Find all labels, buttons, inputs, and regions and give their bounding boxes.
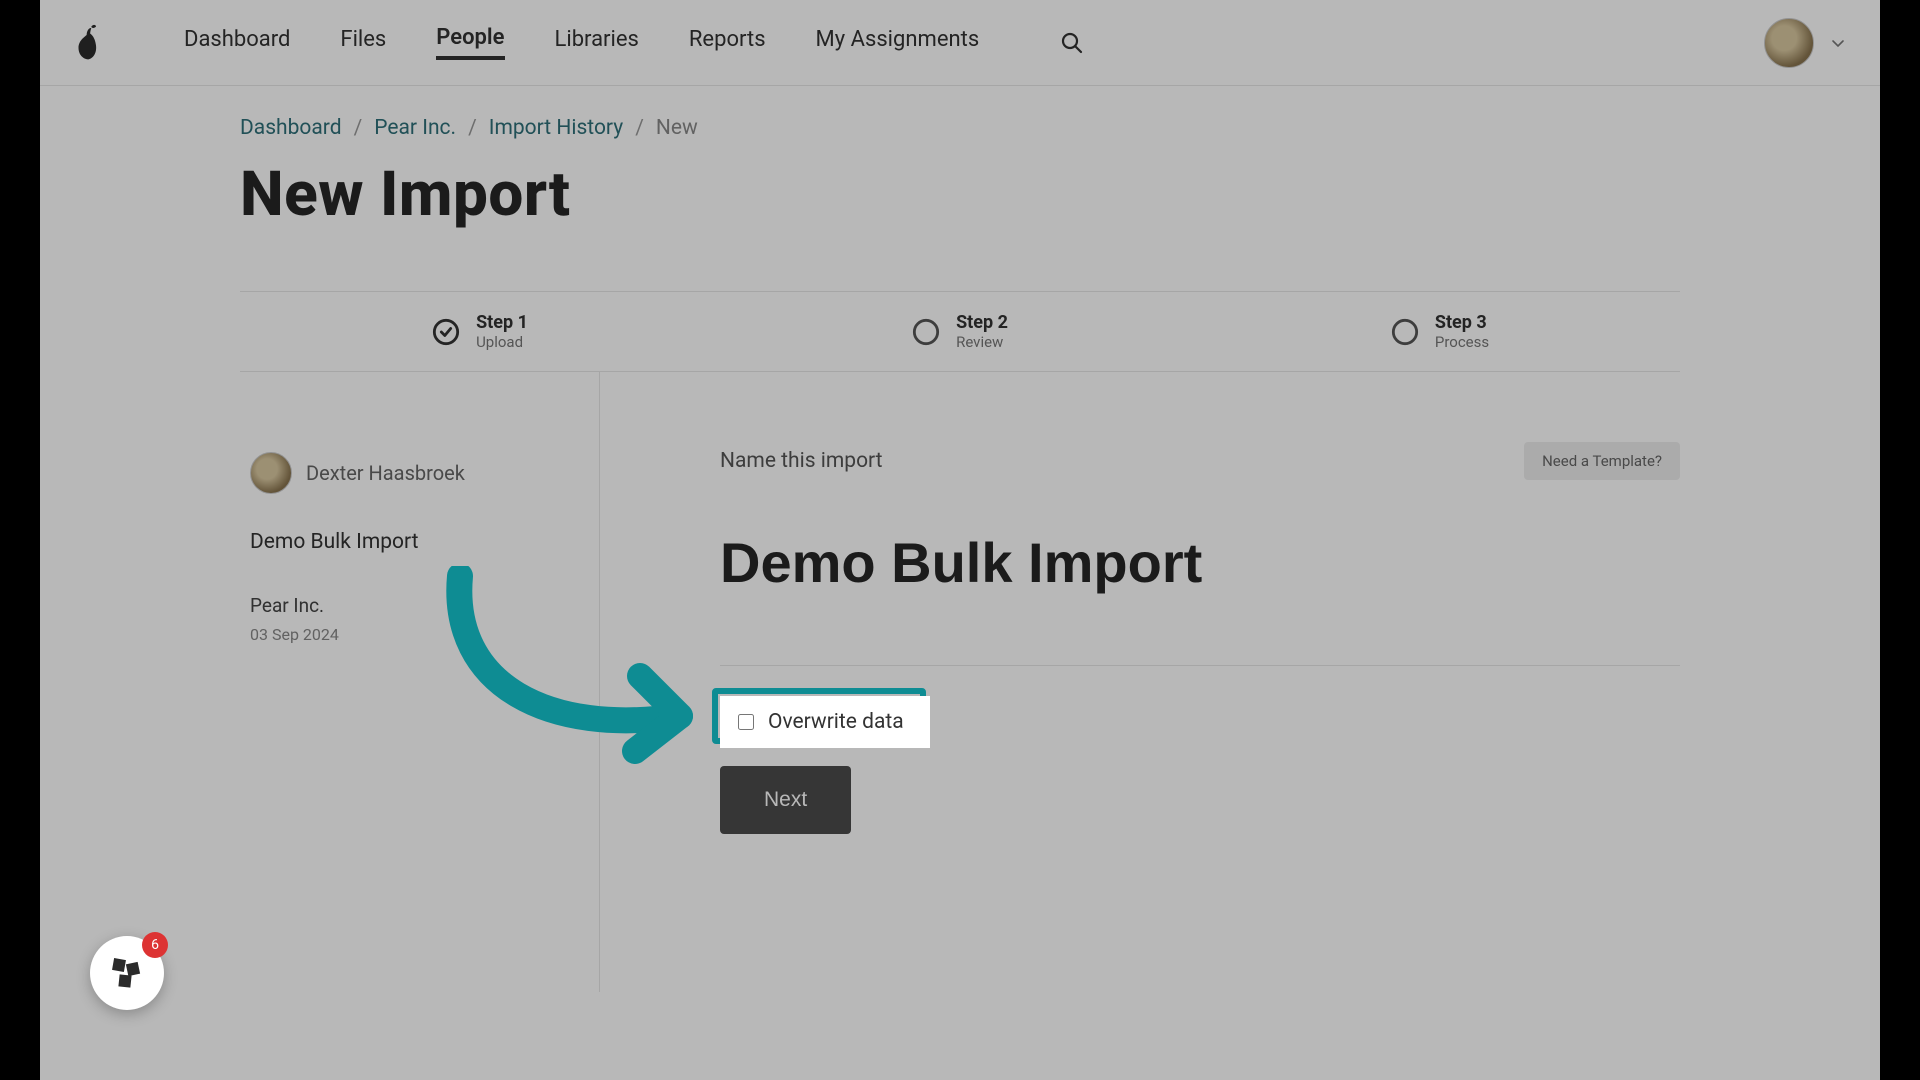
nav-links: Dashboard Files People Libraries Reports… bbox=[184, 25, 1085, 60]
step-1-label: Upload bbox=[476, 333, 528, 351]
step-3-label: Process bbox=[1435, 333, 1489, 351]
stepper: Step 1 Upload Step 2 Review bbox=[240, 291, 1680, 372]
overwrite-label[interactable]: Overwrite data bbox=[768, 710, 904, 734]
user-menu[interactable] bbox=[1764, 18, 1846, 68]
crumb-import-history[interactable]: Import History bbox=[489, 116, 623, 140]
nav-reports[interactable]: Reports bbox=[689, 27, 766, 58]
widget-badge: 6 bbox=[142, 932, 168, 958]
step-circle-icon bbox=[912, 318, 940, 346]
import-sidebar: Dexter Haasbroek Demo Bulk Import Pear I… bbox=[240, 372, 600, 992]
pear-icon bbox=[75, 24, 103, 62]
page-title: New Import bbox=[240, 158, 1680, 231]
import-user-name: Dexter Haasbroek bbox=[306, 461, 465, 485]
overwrite-data-row[interactable]: Overwrite data bbox=[720, 696, 930, 748]
sidebar-import-name: Demo Bulk Import bbox=[250, 530, 579, 554]
crumb-org[interactable]: Pear Inc. bbox=[374, 116, 456, 140]
chevron-down-icon bbox=[1830, 35, 1846, 51]
step-circle-icon bbox=[1391, 318, 1419, 346]
step-1[interactable]: Step 1 Upload bbox=[240, 292, 720, 371]
step-2[interactable]: Step 2 Review bbox=[720, 292, 1200, 371]
next-button[interactable]: Next bbox=[720, 766, 851, 834]
nav-libraries[interactable]: Libraries bbox=[555, 27, 639, 58]
step-done-icon bbox=[432, 318, 460, 346]
nav-files[interactable]: Files bbox=[340, 27, 386, 58]
sidebar-org: Pear Inc. bbox=[250, 594, 579, 617]
overwrite-checkbox[interactable] bbox=[738, 714, 754, 730]
search-icon[interactable] bbox=[1059, 30, 1085, 56]
nav-people[interactable]: People bbox=[436, 25, 504, 60]
avatar bbox=[1764, 18, 1814, 68]
name-import-label: Name this import bbox=[720, 449, 883, 473]
step-2-title: Step 2 bbox=[956, 312, 1008, 333]
need-template-button[interactable]: Need a Template? bbox=[1524, 442, 1680, 480]
import-name-input[interactable] bbox=[720, 530, 1680, 595]
breadcrumb: Dashboard / Pear Inc. / Import History /… bbox=[240, 116, 1680, 140]
step-3[interactable]: Step 3 Process bbox=[1200, 292, 1680, 371]
crumb-dashboard[interactable]: Dashboard bbox=[240, 116, 342, 140]
top-nav: Dashboard Files People Libraries Reports… bbox=[40, 0, 1880, 86]
nav-dashboard[interactable]: Dashboard bbox=[184, 27, 290, 58]
step-2-label: Review bbox=[956, 333, 1008, 351]
help-widget[interactable]: 6 bbox=[90, 936, 164, 1010]
avatar bbox=[250, 452, 292, 494]
step-1-title: Step 1 bbox=[476, 312, 528, 333]
nav-my-assignments[interactable]: My Assignments bbox=[816, 27, 980, 58]
crumb-current: New bbox=[656, 116, 698, 140]
app-logo[interactable] bbox=[74, 23, 104, 63]
sidebar-date: 03 Sep 2024 bbox=[250, 625, 579, 644]
import-main: Name this import Need a Template? Overwr… bbox=[600, 372, 1680, 992]
step-3-title: Step 3 bbox=[1435, 312, 1489, 333]
widget-icon bbox=[107, 953, 147, 993]
divider bbox=[720, 665, 1680, 666]
